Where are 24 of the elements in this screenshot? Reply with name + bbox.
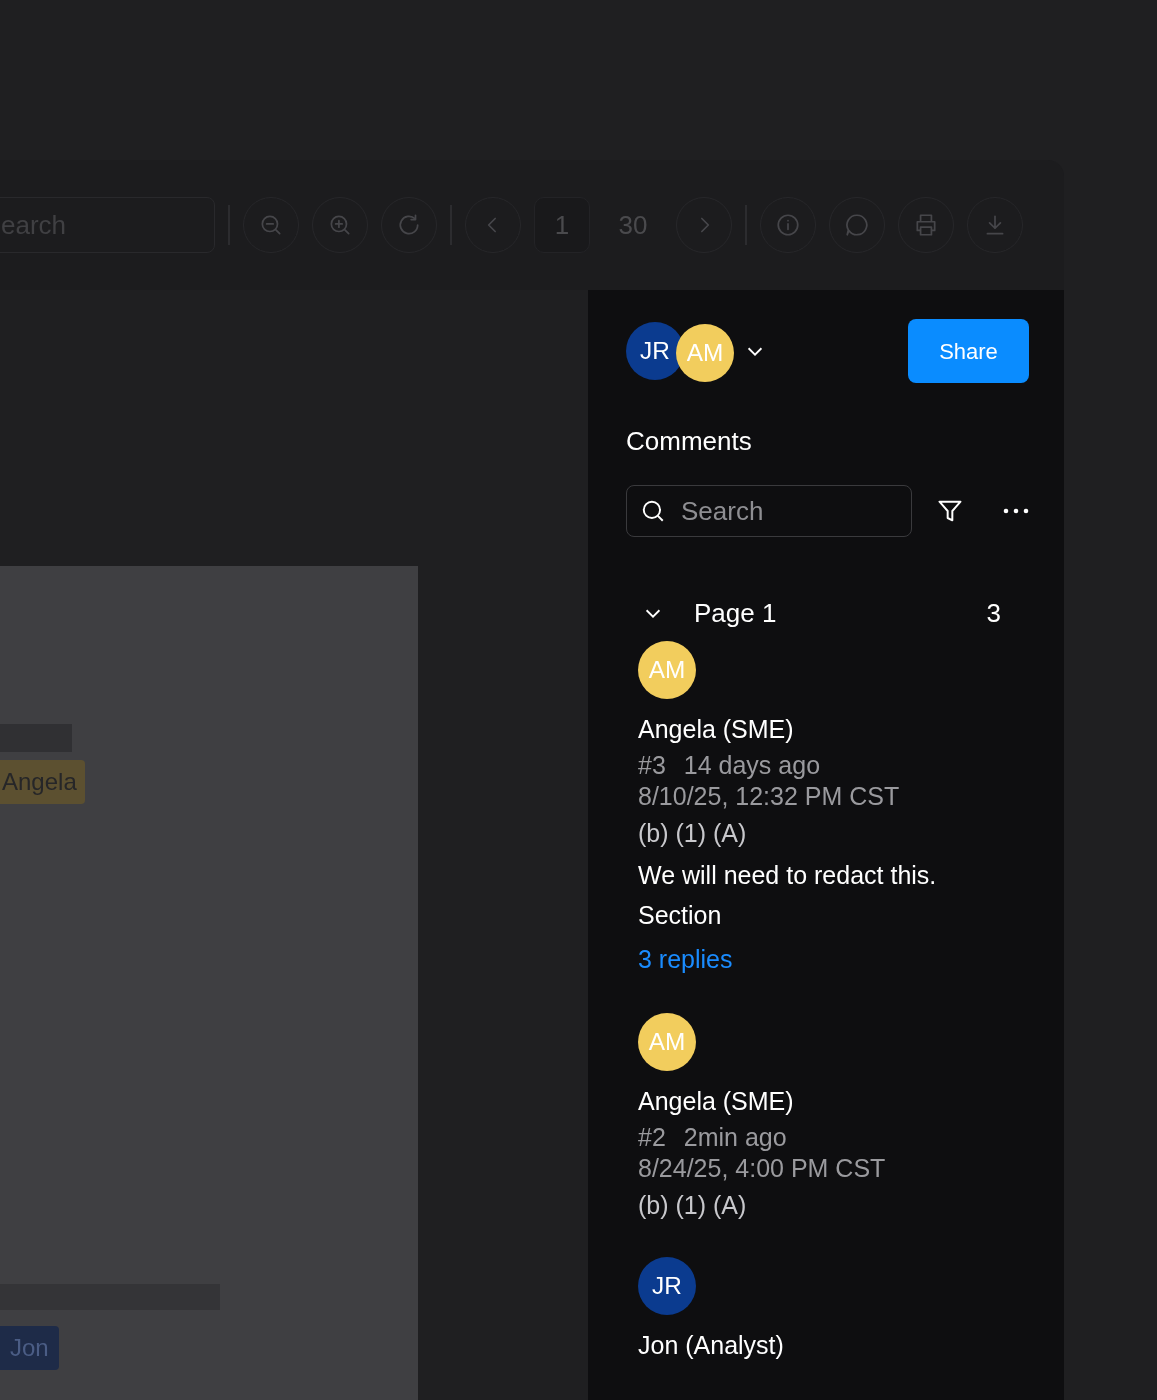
- comment-author: Angela (SME): [638, 1086, 795, 1117]
- comment-count: 3: [986, 596, 1001, 630]
- more-icon[interactable]: [1003, 508, 1029, 514]
- search-icon: [640, 498, 666, 524]
- comment-author: Jon (Analyst): [638, 1330, 785, 1361]
- page-group-header[interactable]: Page 1 3: [626, 593, 1029, 633]
- user-avatar: AM: [638, 641, 696, 699]
- name-tag: Jon: [0, 1326, 59, 1370]
- comment-timestamp: 8/24/25, 4:00 PM CST: [638, 1153, 887, 1183]
- comment-author: Angela (SME): [638, 714, 795, 745]
- user-avatar: JR: [638, 1257, 696, 1315]
- search-field[interactable]: Search: [626, 485, 912, 537]
- section-reference: (b) (1) (A): [638, 1190, 748, 1221]
- user-avatar: AM: [638, 1013, 696, 1071]
- share-button[interactable]: Share: [908, 319, 1029, 383]
- replies-link[interactable]: 3 replies: [638, 941, 733, 977]
- comment-meta: #2 2min ago: [638, 1122, 788, 1153]
- comment-text: We will need to redact this. Section: [638, 860, 938, 931]
- section-reference: (b) (1) (A): [638, 818, 748, 849]
- comment-meta: #3 14 days ago: [638, 750, 822, 781]
- panel-title: Comments: [626, 425, 753, 458]
- user-avatar: AM: [676, 324, 734, 382]
- comment-timestamp: 8/10/25, 12:32 PM CST: [638, 781, 901, 811]
- page-label: Page 1: [694, 596, 777, 630]
